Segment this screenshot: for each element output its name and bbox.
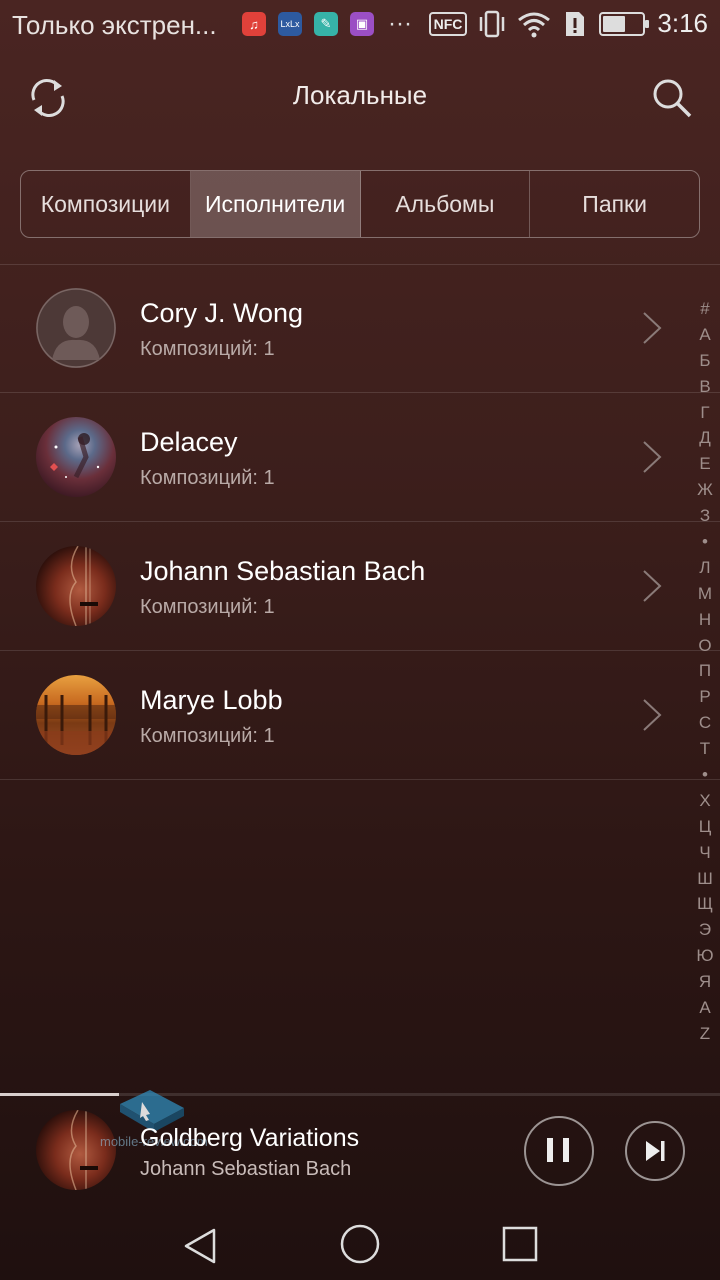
tab-compositions[interactable]: Композиции bbox=[21, 171, 191, 237]
next-track-button[interactable] bbox=[625, 1121, 685, 1181]
alphabet-index-letter[interactable]: A bbox=[699, 995, 710, 1021]
alphabet-index-letter[interactable]: В bbox=[699, 374, 710, 400]
alphabet-index-letter[interactable]: Э bbox=[699, 917, 711, 943]
list-item[interactable]: Marye Lobb Композиций: 1 bbox=[0, 651, 720, 780]
search-button[interactable] bbox=[648, 74, 696, 122]
alphabet-index-letter[interactable]: О bbox=[698, 633, 711, 659]
battery-icon bbox=[599, 11, 650, 36]
alphabet-index-letter[interactable]: # bbox=[700, 296, 709, 322]
sim-alert-icon bbox=[566, 11, 585, 36]
alphabet-index-letter[interactable]: • bbox=[702, 529, 708, 555]
alphabet-index-letter[interactable]: Е bbox=[699, 451, 710, 477]
chevron-right-icon bbox=[643, 312, 662, 344]
skip-next-icon bbox=[646, 1141, 665, 1161]
tab-folders[interactable]: Папки bbox=[530, 171, 699, 237]
recent-apps-icon[interactable] bbox=[500, 1224, 540, 1264]
alphabet-index-letter[interactable]: З bbox=[700, 503, 710, 529]
artist-list: Cory J. Wong Композиций: 1 Delacey Компо… bbox=[0, 264, 720, 780]
hall-art-icon bbox=[36, 695, 116, 755]
back-icon[interactable] bbox=[180, 1224, 224, 1268]
alphabet-index-letter[interactable]: С bbox=[699, 710, 711, 736]
nebula-art-icon bbox=[50, 433, 100, 479]
navigation-bar bbox=[0, 1212, 720, 1280]
track-count: Композиций: 1 bbox=[140, 467, 275, 489]
violin-art-icon bbox=[69, 546, 98, 626]
artist-avatar bbox=[36, 546, 116, 626]
wifi-icon bbox=[518, 12, 551, 37]
alphabet-index-letter[interactable]: Ж bbox=[697, 477, 713, 503]
alphabet-index-letter[interactable]: Б bbox=[699, 348, 710, 374]
nfc-icon: NFC bbox=[428, 11, 468, 36]
alphabet-index-letter[interactable]: Ц bbox=[699, 814, 712, 840]
artist-avatar bbox=[36, 288, 116, 368]
track-count: Композиций: 1 bbox=[140, 725, 275, 747]
alphabet-index-letter[interactable]: М bbox=[698, 581, 712, 607]
alphabet-index-letter[interactable]: Ч bbox=[699, 840, 710, 866]
search-icon bbox=[653, 79, 692, 118]
music-app-icon: ♫ bbox=[242, 12, 266, 36]
now-playing-art[interactable] bbox=[36, 1110, 116, 1190]
carrier-text: Только экстрен... bbox=[12, 10, 217, 40]
alphabet-index-letter[interactable]: Z bbox=[700, 1021, 710, 1047]
home-icon[interactable] bbox=[338, 1222, 382, 1266]
playback-progress-fill bbox=[0, 1093, 119, 1096]
page-title: Локальные bbox=[292, 80, 428, 110]
clock: 3:16 bbox=[657, 8, 708, 38]
alphabet-index-letter[interactable]: Г bbox=[700, 400, 709, 426]
status-icons: NFC 3:16 bbox=[428, 8, 708, 39]
category-tabs: Композиции Исполнители Альбомы Папки bbox=[20, 170, 700, 238]
alphabet-index-letter[interactable]: А bbox=[699, 322, 710, 348]
alphabet-index-letter[interactable]: Т bbox=[700, 736, 710, 762]
now-playing-title[interactable]: Goldberg Variations bbox=[140, 1124, 359, 1153]
alphabet-index-letter[interactable]: Щ bbox=[697, 891, 713, 917]
person-icon bbox=[36, 288, 116, 368]
chevron-right-icon bbox=[643, 441, 662, 473]
list-item[interactable]: Johann Sebastian Bach Композиций: 1 bbox=[0, 522, 720, 651]
list-item[interactable]: Cory J. Wong Композиций: 1 bbox=[0, 264, 720, 393]
alphabet-index-letter[interactable]: Я bbox=[699, 969, 711, 995]
artist-name: Cory J. Wong bbox=[140, 298, 304, 328]
now-playing-artist: Johann Sebastian Bach bbox=[140, 1158, 352, 1180]
artist-name: Delacey bbox=[140, 427, 238, 457]
artist-avatar bbox=[36, 417, 116, 497]
alphabet-index-letter[interactable]: Р bbox=[699, 684, 710, 710]
artist-avatar bbox=[36, 675, 116, 755]
pause-icon bbox=[547, 1138, 569, 1162]
notes-app-icon: ✎ bbox=[314, 12, 338, 36]
chevron-right-icon bbox=[643, 570, 662, 602]
alphabet-index-letter[interactable]: • bbox=[702, 762, 708, 788]
track-count: Композиций: 1 bbox=[140, 338, 275, 360]
artist-name: Johann Sebastian Bach bbox=[140, 556, 426, 586]
alphabet-index-letter[interactable]: П bbox=[699, 658, 711, 684]
alphabet-index-letter[interactable]: Л bbox=[699, 555, 710, 581]
more-notifications-icon: ··· bbox=[388, 10, 412, 37]
track-count: Композиций: 1 bbox=[140, 596, 275, 618]
alphabet-index-letter[interactable]: Ю bbox=[696, 943, 713, 969]
alphabet-index-letter[interactable]: Ш bbox=[697, 866, 713, 892]
artist-name: Marye Lobb bbox=[140, 685, 283, 715]
alphabet-index-letter[interactable]: Х bbox=[699, 788, 710, 814]
lxlx-app-icon: LxLx bbox=[278, 12, 302, 36]
notification-icons: ♫ LxLx ✎ ▣ ··· bbox=[242, 12, 412, 36]
alphabet-index[interactable]: # А Б В Г Д Е Ж З • Л М Н О П Р С Т • Х Ц Ч Ш Щ Э Ю Я A Z bbox=[694, 296, 716, 1047]
pause-button[interactable] bbox=[524, 1116, 594, 1186]
chevron-right-icon bbox=[643, 699, 662, 731]
tab-artists[interactable]: Исполнители bbox=[190, 171, 361, 237]
gallery-app-icon: ▣ bbox=[350, 12, 374, 36]
status-bar: Только экстрен... ♫ LxLx ✎ ▣ ··· NFC 3:1… bbox=[0, 0, 720, 52]
tab-albums[interactable]: Альбомы bbox=[361, 171, 531, 237]
alphabet-index-letter[interactable]: Д bbox=[699, 425, 711, 451]
vibrate-icon bbox=[480, 10, 505, 37]
alphabet-index-letter[interactable]: Н bbox=[699, 607, 711, 633]
list-item[interactable]: Delacey Композиций: 1 bbox=[0, 393, 720, 522]
violin-art-icon bbox=[69, 1110, 98, 1190]
